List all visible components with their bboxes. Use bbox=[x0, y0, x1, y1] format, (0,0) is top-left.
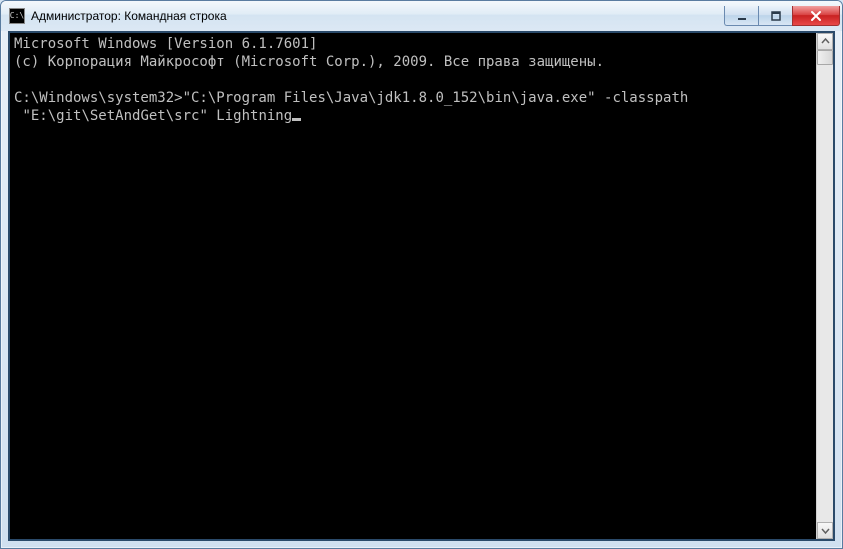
scroll-up-button[interactable] bbox=[817, 33, 833, 50]
close-button[interactable] bbox=[792, 6, 840, 26]
minimize-button[interactable] bbox=[724, 6, 758, 26]
terminal-output[interactable]: Microsoft Windows [Version 6.1.7601] (c)… bbox=[10, 33, 816, 539]
maximize-button[interactable] bbox=[758, 6, 792, 26]
window-controls bbox=[724, 6, 840, 26]
window-title: Администратор: Командная строка bbox=[31, 9, 724, 23]
scroll-down-button[interactable] bbox=[817, 522, 833, 539]
prompt-text: C:\Windows\system32> bbox=[14, 90, 183, 106]
version-line: Microsoft Windows [Version 6.1.7601] bbox=[14, 36, 317, 52]
maximize-icon bbox=[770, 10, 782, 22]
scrollbar-track[interactable] bbox=[817, 50, 833, 522]
cmd-icon: C:\ bbox=[9, 8, 25, 24]
client-area: Microsoft Windows [Version 6.1.7601] (c)… bbox=[8, 31, 835, 541]
chevron-up-icon bbox=[821, 37, 830, 46]
scrollbar-thumb[interactable] bbox=[817, 50, 833, 65]
copyright-line: (c) Корпорация Майкрософт (Microsoft Cor… bbox=[14, 54, 604, 70]
command-text-2: "E:\git\SetAndGet\src" Lightning bbox=[14, 108, 292, 124]
command-prompt-window: C:\ Администратор: Командная строка bbox=[0, 0, 843, 549]
vertical-scrollbar[interactable] bbox=[816, 33, 833, 539]
text-cursor bbox=[292, 118, 301, 121]
minimize-icon bbox=[736, 10, 748, 22]
close-icon bbox=[809, 10, 823, 22]
titlebar[interactable]: C:\ Администратор: Командная строка bbox=[1, 1, 842, 31]
chevron-down-icon bbox=[821, 526, 830, 535]
command-text-1: "C:\Program Files\Java\jdk1.8.0_152\bin\… bbox=[183, 90, 689, 106]
